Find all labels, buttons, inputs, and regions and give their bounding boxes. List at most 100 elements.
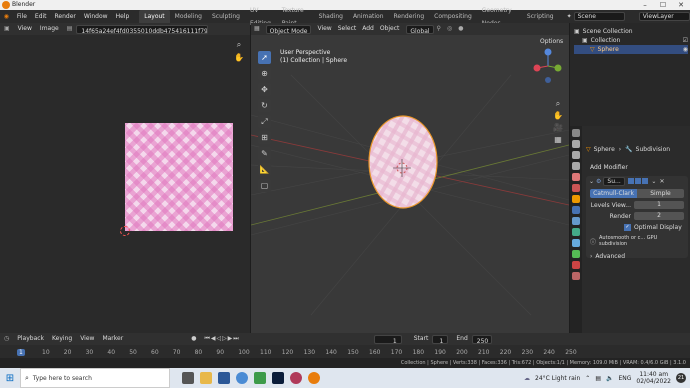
volume-icon[interactable]: 🔈 bbox=[606, 375, 613, 382]
levels-render-field[interactable]: 2 bbox=[634, 212, 684, 220]
clock[interactable]: 11:40 am 02/04/2022 bbox=[636, 371, 671, 385]
checkbox-icon[interactable]: ☑ bbox=[683, 36, 688, 45]
scale-tool-icon[interactable]: ⤢ bbox=[258, 115, 271, 128]
menu-object[interactable]: Object bbox=[377, 23, 403, 35]
outliner-sphere[interactable]: ▽ Sphere ◉ bbox=[574, 45, 688, 54]
modifier-tab-icon[interactable] bbox=[572, 206, 580, 214]
grid-view-icon[interactable]: ▦ bbox=[553, 135, 563, 145]
menu-add[interactable]: Add bbox=[359, 23, 377, 35]
tab-modeling[interactable]: Modeling bbox=[170, 10, 207, 23]
render-icon[interactable] bbox=[642, 178, 649, 184]
playback-controls[interactable]: ⏮◀◁▷▶⏭ bbox=[200, 333, 243, 345]
word-icon[interactable] bbox=[218, 372, 230, 384]
rotate-tool-icon[interactable]: ↻ bbox=[258, 99, 271, 112]
menu-view[interactable]: View bbox=[14, 23, 36, 35]
image-browse-icon[interactable]: ▤ bbox=[63, 23, 77, 35]
tab-compositing[interactable]: Compositing bbox=[429, 10, 477, 23]
data-tab-icon[interactable] bbox=[572, 250, 580, 258]
image-canvas[interactable]: ⌕ ✋ bbox=[0, 35, 250, 333]
material-tab-icon[interactable] bbox=[572, 261, 580, 269]
mode-selector[interactable]: Object Mode bbox=[265, 24, 312, 35]
maximize-icon[interactable]: ☐ bbox=[654, 0, 672, 10]
menu-view[interactable]: View bbox=[314, 23, 334, 35]
tab-rendering[interactable]: Rendering bbox=[389, 10, 430, 23]
scene-tab-icon[interactable] bbox=[572, 173, 580, 181]
weather-icon[interactable]: ☁ bbox=[524, 375, 530, 382]
realtime-icon[interactable] bbox=[635, 178, 642, 184]
render-tab-icon[interactable] bbox=[572, 140, 580, 148]
image-editor-type-icon[interactable]: ▣ bbox=[0, 23, 14, 35]
gizmo-x-icon[interactable] bbox=[533, 64, 541, 72]
add-modifier-button[interactable]: Add Modifier bbox=[586, 162, 686, 173]
menu-render[interactable]: Render bbox=[51, 10, 80, 23]
advanced-panel[interactable]: › Advanced bbox=[590, 253, 684, 260]
end-frame-field[interactable]: 250 bbox=[471, 334, 492, 345]
windows-start-icon[interactable]: ⊞ bbox=[0, 373, 20, 384]
menu-playback[interactable]: Playback bbox=[13, 333, 48, 345]
tab-sculpting[interactable]: Sculpting bbox=[207, 10, 245, 23]
tab-layout[interactable]: Layout bbox=[139, 10, 170, 23]
blender-icon[interactable] bbox=[308, 372, 320, 384]
checkbox-checked-icon[interactable]: ✓ bbox=[624, 224, 631, 231]
editmode-icon[interactable] bbox=[628, 178, 635, 184]
orientation-selector[interactable]: Global bbox=[406, 24, 434, 35]
egg-sphere-object[interactable] bbox=[368, 115, 438, 209]
cursor-tool-icon[interactable]: ⊕ bbox=[258, 67, 271, 80]
menu-image[interactable]: Image bbox=[36, 23, 63, 35]
minimize-icon[interactable]: – bbox=[636, 0, 654, 10]
menu-marker[interactable]: Marker bbox=[98, 333, 127, 345]
pan-hand-icon[interactable]: ✋ bbox=[553, 111, 563, 121]
task-view-icon[interactable] bbox=[182, 372, 194, 384]
world-tab-icon[interactable] bbox=[572, 184, 580, 192]
zoom-icon[interactable]: ⌕ bbox=[234, 40, 244, 50]
tab-scripting[interactable]: Scripting bbox=[522, 10, 559, 23]
add-cube-tool-icon[interactable]: ▢ bbox=[258, 179, 271, 192]
gizmo-z-icon[interactable] bbox=[544, 48, 552, 56]
navigation-gizmo[interactable] bbox=[531, 48, 565, 88]
camera-icon[interactable]: 🎥 bbox=[553, 123, 563, 133]
outliner-scene-collection[interactable]: ▣ Scene Collection bbox=[574, 27, 688, 36]
current-frame-field[interactable]: 1 bbox=[373, 334, 402, 345]
network-icon[interactable]: ▤ bbox=[595, 375, 601, 382]
snap-icon[interactable]: ⚲ bbox=[434, 23, 444, 35]
shading-solid-icon[interactable]: ● bbox=[455, 23, 466, 35]
scene-selector[interactable]: Scene bbox=[573, 12, 625, 21]
scene-icon[interactable]: ✦ bbox=[567, 13, 572, 20]
collapse-icon[interactable]: ⌄ bbox=[589, 178, 594, 185]
menu-view[interactable]: View bbox=[76, 333, 98, 345]
zoom-icon[interactable]: ⌕ bbox=[553, 99, 563, 109]
tool-tab-icon[interactable] bbox=[572, 129, 580, 137]
gizmo-y-icon[interactable] bbox=[554, 64, 562, 72]
cursor-2d-icon[interactable] bbox=[120, 226, 130, 236]
menu-edit[interactable]: Edit bbox=[31, 10, 51, 23]
tray-overflow-icon[interactable]: ⌃ bbox=[585, 375, 590, 382]
start-frame-field[interactable]: 1 bbox=[432, 334, 449, 345]
playhead[interactable]: 1 bbox=[17, 348, 25, 356]
object-tab-icon[interactable] bbox=[572, 195, 580, 203]
tab-shading[interactable]: Shading bbox=[314, 10, 348, 23]
viewport-type-icon[interactable]: ▦ bbox=[251, 23, 263, 35]
optimal-display-row[interactable]: ✓ Optimal Display bbox=[624, 224, 684, 231]
measure-tool-icon[interactable]: 📐 bbox=[258, 163, 271, 176]
catmull-clark-button[interactable]: Catmull-Clark bbox=[590, 189, 637, 198]
editor-type-icon[interactable]: ◉ bbox=[0, 13, 13, 20]
proportional-icon[interactable]: ◎ bbox=[444, 23, 455, 35]
annotate-tool-icon[interactable]: ✎ bbox=[258, 147, 271, 160]
file-explorer-icon[interactable] bbox=[200, 372, 212, 384]
options-menu[interactable]: Options bbox=[540, 38, 563, 45]
outliner-collection[interactable]: ▣ Collection ☑ bbox=[574, 36, 688, 45]
frame-ruler[interactable]: 1 10 20 30 40 50 60 70 80 90 100 110 120 130 140 150 16… bbox=[0, 346, 690, 358]
google-docs-icon[interactable] bbox=[254, 372, 266, 384]
visibility-eye-icon[interactable]: ◉ bbox=[683, 45, 688, 54]
constraints-tab-icon[interactable] bbox=[572, 239, 580, 247]
record-icon[interactable]: ● bbox=[187, 333, 200, 345]
simple-button[interactable]: Simple bbox=[637, 189, 684, 198]
chrome-icon[interactable] bbox=[236, 372, 248, 384]
timeline-type-icon[interactable]: ◷ bbox=[0, 333, 13, 345]
remove-icon[interactable]: ✕ bbox=[659, 178, 664, 185]
output-tab-icon[interactable] bbox=[572, 151, 580, 159]
menu-help[interactable]: Help bbox=[112, 10, 134, 23]
photoshop-icon[interactable] bbox=[272, 372, 284, 384]
menu-file[interactable]: File bbox=[13, 10, 31, 23]
modifier-name-field[interactable]: Su... bbox=[603, 176, 626, 186]
